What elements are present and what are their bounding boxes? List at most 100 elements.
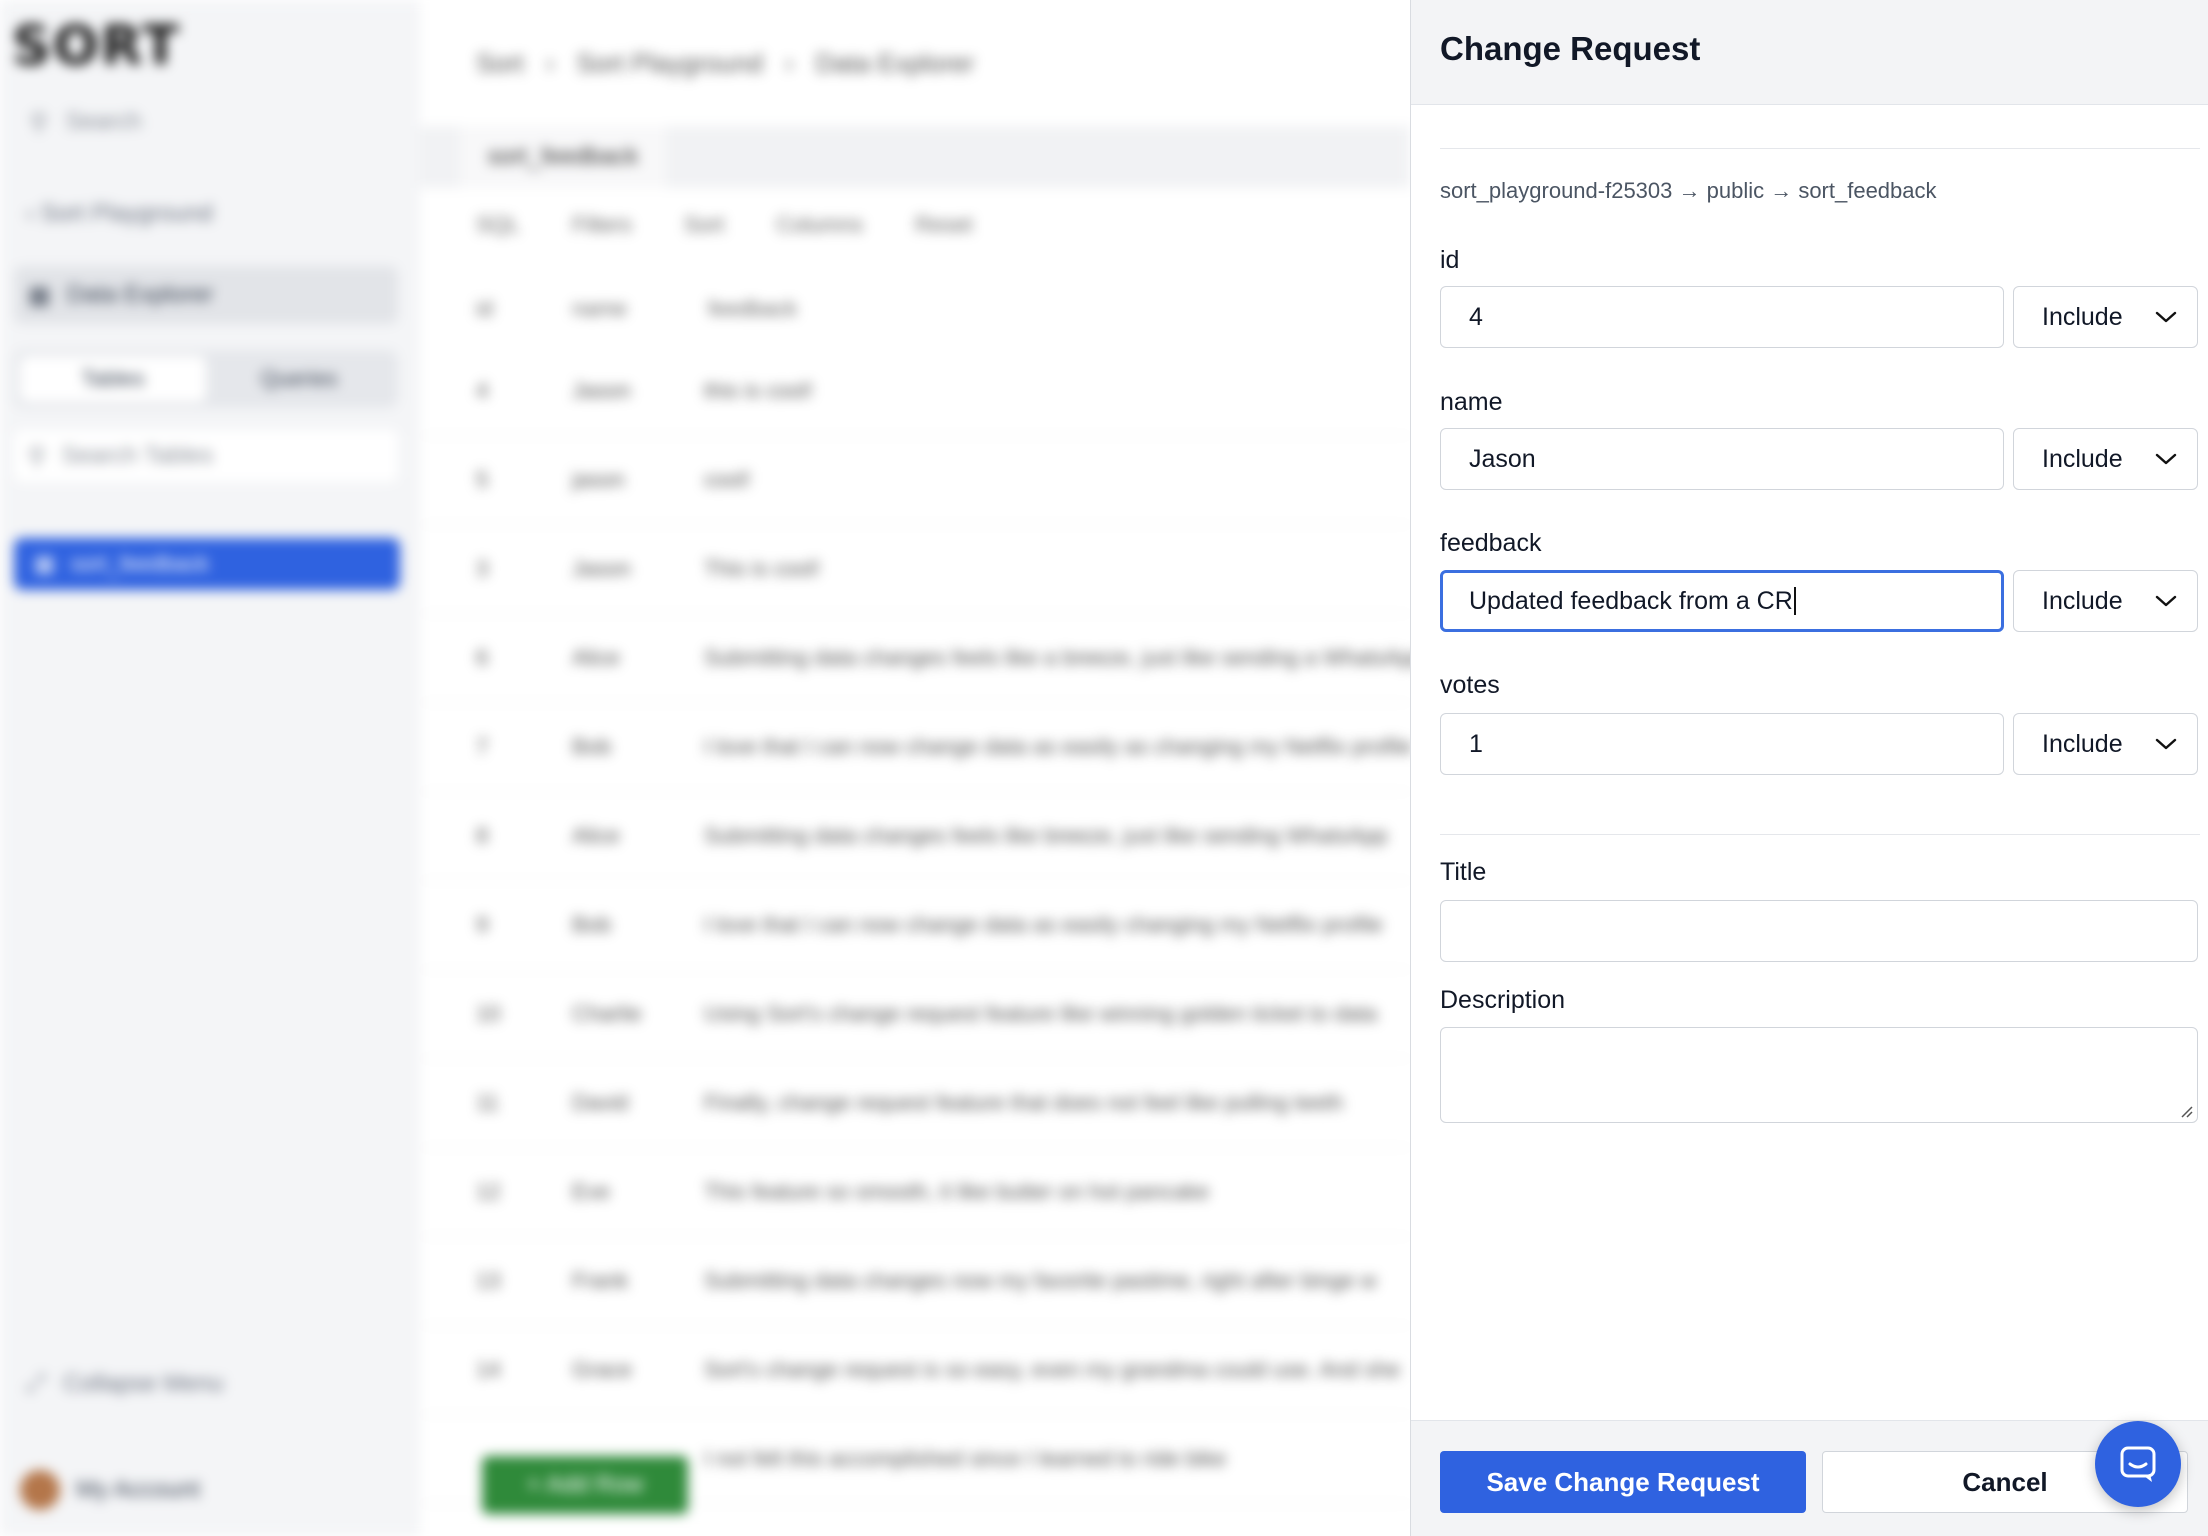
name-mode-select[interactable]: Include: [2013, 428, 2198, 490]
table-row[interactable]: 3 Jason This is cool!: [420, 526, 1410, 614]
cell-name: David: [572, 1090, 629, 1115]
add-row-button[interactable]: + Add Row: [482, 1456, 688, 1514]
feedback-field-value: Updated feedback from a CR: [1469, 586, 1793, 615]
title-input[interactable]: [1440, 900, 2198, 962]
feedback-mode-select[interactable]: Include: [2013, 570, 2198, 632]
text-caret: [1793, 587, 1796, 615]
name-mode-value: Include: [2042, 444, 2123, 473]
field-label-name: name: [1440, 388, 1503, 416]
grid-toolbar: SQL Filters Sort Columns Reset: [476, 212, 973, 238]
table-row[interactable]: 8 Alice Submitting data changes feels like…: [420, 793, 1410, 881]
column-header-feedback[interactable]: feedback: [708, 296, 797, 322]
cell-feedback: Finally, change request feature that doe…: [704, 1090, 1344, 1115]
cell-name: Jason: [572, 378, 631, 403]
chevron-left-icon: ‹: [26, 200, 34, 227]
votes-field-value: 1: [1469, 729, 1483, 758]
feedback-field[interactable]: Updated feedback from a CR: [1440, 570, 2004, 632]
save-change-request-button[interactable]: Save Change Request: [1440, 1451, 1806, 1513]
cell-id: 9: [476, 912, 489, 937]
data-explorer-icon: ▦: [28, 281, 51, 309]
breadcrumb-item[interactable]: Sort Playground: [576, 48, 762, 79]
breadcrumb-separator: ›: [545, 48, 555, 78]
avatar: [20, 1470, 60, 1510]
sql-button[interactable]: SQL: [476, 212, 520, 238]
cell-name: Eve: [572, 1179, 610, 1204]
column-header-name[interactable]: name: [572, 296, 708, 322]
name-field[interactable]: Jason: [1440, 428, 2004, 490]
cell-name: Bob: [572, 912, 612, 937]
sort-button[interactable]: Sort: [684, 212, 724, 238]
description-textarea[interactable]: [1440, 1027, 2198, 1123]
sidebar: SORT ⚲ Search ‹ Sort Playground ▦ Data E…: [0, 0, 420, 1536]
collapse-icon: ⤢: [26, 1370, 46, 1397]
id-field[interactable]: 4: [1440, 286, 2004, 348]
cell-id: 10: [476, 1001, 501, 1026]
my-account-button[interactable]: My Account: [20, 1470, 200, 1510]
collapse-menu-button[interactable]: ⤢ Collapse Menu: [26, 1370, 223, 1398]
cell-id: 6: [476, 645, 489, 670]
reset-button[interactable]: Reset: [915, 212, 972, 238]
resize-handle-icon[interactable]: [2177, 1102, 2193, 1118]
id-mode-value: Include: [2042, 302, 2123, 331]
table-row[interactable]: 14 Grace Sort's change request is so easy,…: [420, 1327, 1410, 1415]
search-icon: ⚲: [28, 442, 46, 470]
toggle-tables[interactable]: Tables: [20, 356, 206, 402]
id-mode-select[interactable]: Include: [2013, 286, 2198, 348]
back-link-label: Sort Playground: [40, 200, 213, 227]
cell-id: 3: [476, 556, 489, 581]
votes-mode-value: Include: [2042, 729, 2123, 758]
cell-id: 12: [476, 1179, 501, 1204]
cell-feedback: Using Sort's change request feature like…: [704, 1001, 1378, 1026]
filters-button[interactable]: Filters: [572, 212, 632, 238]
table-row[interactable]: 10 Charlie Using Sort's change request fea…: [420, 971, 1410, 1059]
chevron-down-icon: [2155, 738, 2177, 750]
back-link[interactable]: ‹ Sort Playground: [26, 200, 213, 228]
sidebar-item-label: Data Explorer: [66, 281, 214, 308]
description-label: Description: [1440, 986, 1566, 1014]
cell-feedback: This feature so smooth, it like butter o…: [704, 1179, 1210, 1204]
column-header-id[interactable]: id: [476, 296, 572, 322]
table-tab-bar: sort_feedback: [420, 126, 1410, 188]
chat-icon: [2120, 1446, 2156, 1482]
sidebar-item-data-explorer[interactable]: ▦ Data Explorer: [14, 266, 398, 324]
tab-sort-feedback[interactable]: sort_feedback: [460, 126, 666, 188]
panel-header: Change Request: [1411, 0, 2208, 105]
chat-launcher-button[interactable]: [2095, 1421, 2181, 1507]
table-row[interactable]: 4 Jason this is cool!: [420, 348, 1410, 436]
sidebar-table-item[interactable]: ▦ sort_feedback: [14, 538, 400, 590]
cell-name: Grace: [572, 1357, 632, 1382]
panel-footer: Save Change Request Cancel: [1411, 1420, 2208, 1536]
sidebar-table-label: sort_feedback: [70, 551, 209, 576]
table-row[interactable]: 6 Alice Submitting data changes feels like…: [420, 615, 1424, 703]
field-label-feedback: feedback: [1440, 529, 1542, 557]
cell-feedback: I not felt this accomplished since I lea…: [704, 1446, 1227, 1471]
table-row[interactable]: 5 jason cool!: [420, 437, 1410, 525]
divider: [1440, 834, 2200, 835]
cell-feedback: cool!: [704, 467, 751, 492]
table-row[interactable]: 12 Eve This feature so smooth, it like but…: [420, 1149, 1410, 1237]
sidebar-search[interactable]: ⚲ Search: [24, 100, 404, 144]
title-label: Title: [1440, 858, 1487, 886]
table-row[interactable]: 13 Frank Submitting data changes now my fa…: [420, 1238, 1410, 1326]
columns-button[interactable]: Columns: [776, 212, 863, 238]
search-icon: ⚲: [30, 108, 48, 136]
breadcrumb-item[interactable]: Sort: [476, 48, 524, 79]
votes-field[interactable]: 1: [1440, 713, 2004, 775]
cell-feedback: this is cool!: [704, 378, 813, 403]
data-explorer-main: Sort › Sort Playground › Data Explorer s…: [420, 0, 1424, 1536]
divider: [1440, 148, 2200, 149]
votes-mode-select[interactable]: Include: [2013, 713, 2198, 775]
table-row[interactable]: 7 Bob I love that I can now change data as…: [420, 704, 1412, 792]
table-path: sort_playground-f25303 → public → sort_f…: [1440, 178, 1937, 203]
cell-name: Jason: [572, 556, 631, 581]
table-search-placeholder: Search Tables: [61, 442, 214, 469]
breadcrumb-separator: ›: [784, 48, 794, 78]
table-search-input[interactable]: ⚲ Search Tables: [14, 430, 398, 482]
grid-header: id name feedback: [476, 296, 797, 322]
table-row[interactable]: 11 David Finally, change request feature t…: [420, 1060, 1410, 1148]
change-request-panel: Change Request sort_playground-f25303 → …: [1410, 0, 2208, 1536]
cell-id: 7: [476, 734, 489, 759]
table-row[interactable]: 9 Bob I love that I can now change data as…: [420, 882, 1410, 970]
toggle-queries[interactable]: Queries: [206, 356, 392, 402]
chevron-down-icon: [2155, 453, 2177, 465]
